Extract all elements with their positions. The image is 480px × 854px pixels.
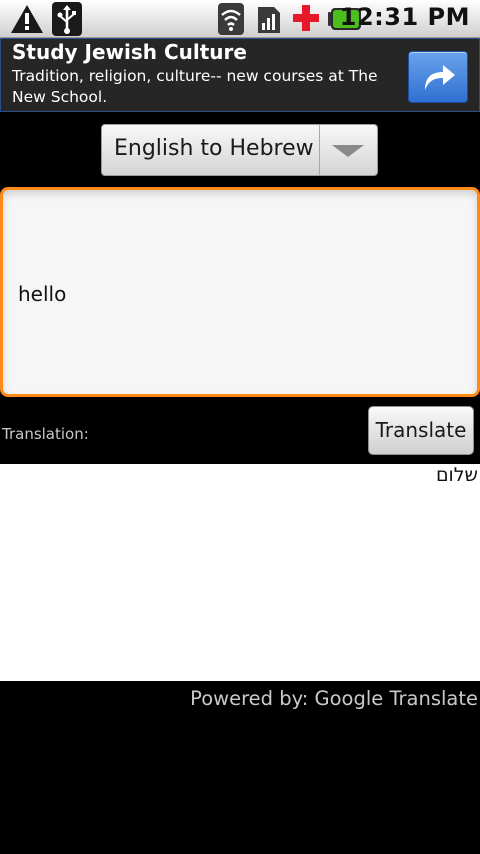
input-value: hello: [18, 282, 67, 306]
red-cross-icon: [292, 4, 320, 36]
ad-title[interactable]: Study Jewish Culture: [12, 40, 247, 64]
status-bar: 12:31 PM: [0, 0, 480, 38]
status-time: 12:31 PM: [339, 3, 470, 31]
language-selected-label: English to Hebrew: [114, 136, 314, 161]
wifi-icon: [218, 3, 244, 39]
ad-open-button[interactable]: [408, 51, 468, 103]
ad-description[interactable]: Tradition, religion, culture-- new cours…: [12, 66, 392, 108]
translation-label: Translation:: [2, 425, 89, 443]
chevron-down-icon: [330, 143, 366, 163]
language-dropdown[interactable]: English to Hebrew: [101, 124, 378, 176]
dropdown-divider: [319, 125, 320, 175]
text-input[interactable]: hello: [0, 187, 480, 397]
translation-output: שלום: [0, 464, 480, 681]
share-arrow-icon: [425, 65, 455, 90]
signal-icon: [256, 3, 282, 39]
usb-icon: [52, 2, 82, 40]
ad-banner[interactable]: Study Jewish Culture Tradition, religion…: [0, 38, 480, 112]
translate-button[interactable]: Translate: [368, 406, 474, 455]
warning-icon: [10, 4, 44, 38]
translation-result: שלום: [435, 464, 478, 486]
powered-by-label: Powered by: Google Translate: [190, 687, 478, 710]
